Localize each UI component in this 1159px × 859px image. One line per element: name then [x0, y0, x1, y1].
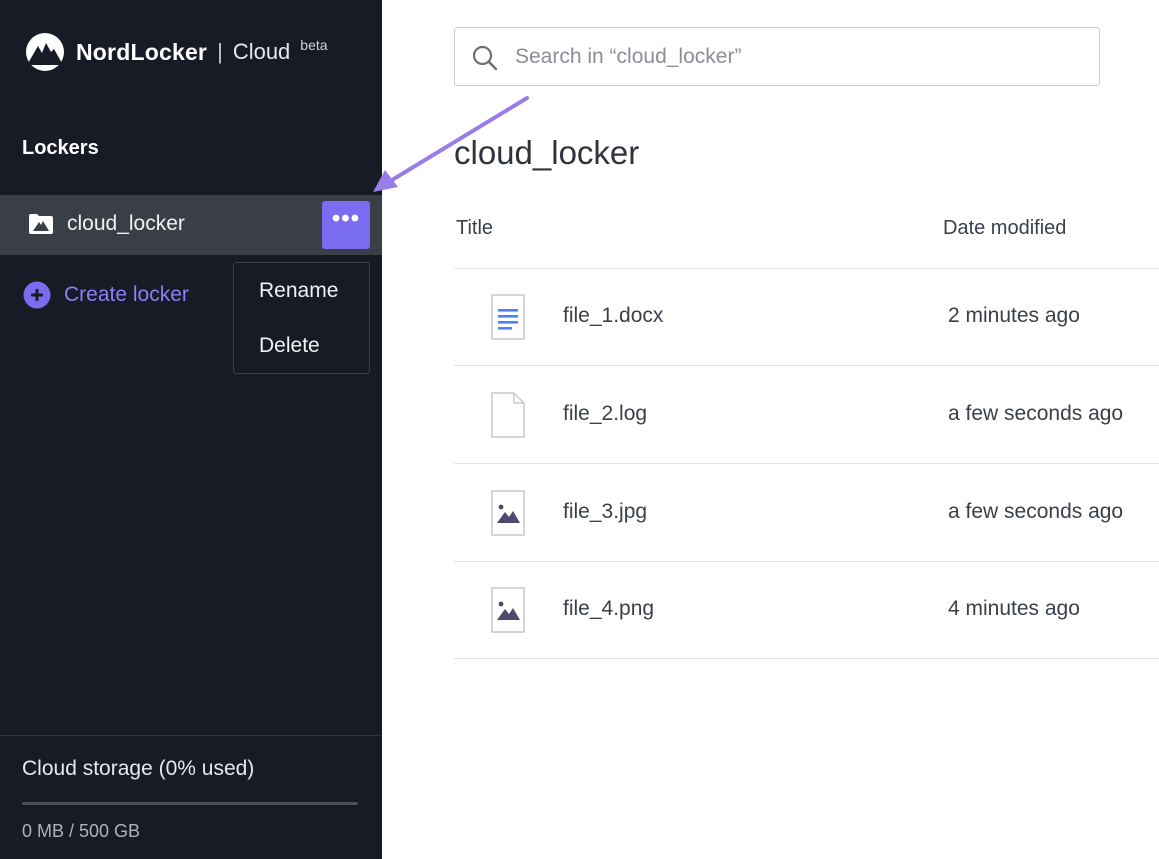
locker-folder-icon [29, 214, 53, 234]
locker-more-options-button[interactable]: ••• [322, 201, 370, 249]
locker-context-menu: Rename Delete [233, 262, 370, 374]
file-name: file_1.docx [563, 304, 664, 327]
file-name: file_4.png [563, 597, 655, 620]
file-name: file_2.log [563, 402, 648, 425]
menu-item-delete[interactable]: Delete [259, 334, 320, 358]
storage-progress-bar [22, 802, 358, 805]
file-date-modified: 2 minutes ago [948, 304, 1080, 327]
file-name: file_3.jpg [563, 500, 648, 523]
brand[interactable]: NordLocker | Cloud beta [22, 32, 328, 72]
sidebar-item-label: cloud_locker [67, 212, 185, 235]
search-input[interactable] [515, 42, 1075, 72]
file-date-modified: 4 minutes ago [948, 597, 1080, 620]
create-locker-label: Create locker [64, 283, 189, 306]
column-header-title[interactable]: Title [456, 217, 493, 240]
table-row[interactable]: file_4.png 4 minutes ago [454, 562, 1159, 659]
storage-amount: 0 MB / 500 GB [22, 821, 141, 841]
generic-file-icon [491, 392, 525, 438]
file-date-modified: a few seconds ago [948, 402, 1124, 425]
table-row[interactable]: file_1.docx 2 minutes ago [454, 269, 1159, 366]
table-row[interactable]: file_2.log a few seconds ago [454, 367, 1159, 464]
image-file-icon [491, 490, 525, 536]
document-file-icon [491, 294, 525, 340]
table-header: Title Date modified [454, 215, 1159, 245]
create-locker-button[interactable]: Create locker [23, 281, 189, 309]
storage-usage-title: Cloud storage (0% used) [22, 757, 255, 780]
storage-divider [0, 735, 382, 736]
search-box[interactable] [454, 27, 1100, 86]
brand-product: Cloud [232, 39, 291, 64]
brand-name: NordLocker [76, 38, 208, 65]
page-title: cloud_locker [454, 134, 640, 171]
plus-circle-icon [23, 281, 51, 309]
menu-item-rename[interactable]: Rename [259, 279, 338, 303]
sidebar: NordLocker | Cloud beta Lockers cloud_lo… [0, 0, 382, 859]
more-options-icon: ••• [331, 205, 361, 232]
brand-separator: | [217, 39, 223, 64]
column-header-date-modified[interactable]: Date modified [943, 217, 1066, 240]
search-icon [472, 45, 498, 71]
file-date-modified: a few seconds ago [948, 500, 1124, 523]
lockers-section-title: Lockers [22, 137, 99, 159]
table-row[interactable]: file_3.jpg a few seconds ago [454, 465, 1159, 562]
nordlocker-logo-icon [26, 33, 64, 71]
beta-badge: beta [300, 37, 328, 53]
image-file-icon [491, 587, 525, 633]
